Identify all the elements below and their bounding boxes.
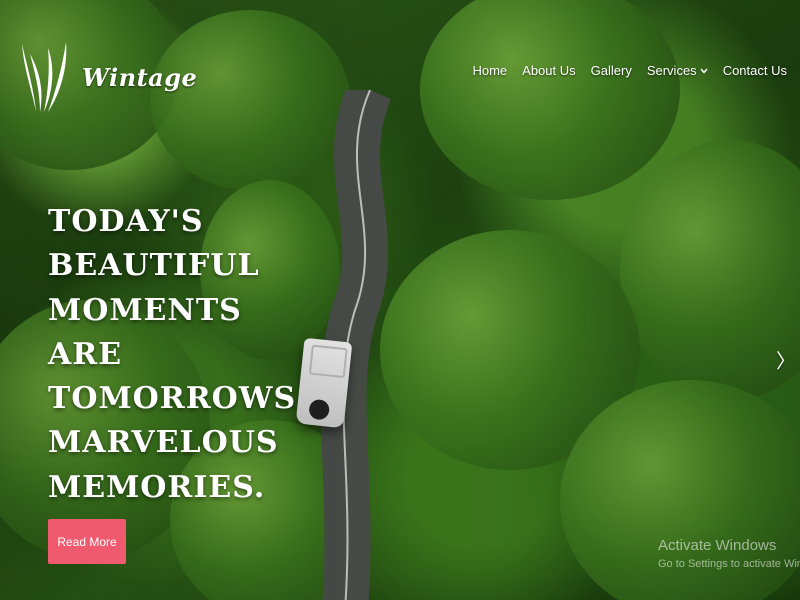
watermark-title: Activate Windows xyxy=(658,537,777,554)
nav-gallery-label: Gallery xyxy=(590,63,632,78)
nav-contact-us-label: Contact Us xyxy=(722,63,787,78)
chevron-right-icon[interactable]: 〉 xyxy=(776,345,796,374)
headline-line: MEMORIES. xyxy=(48,469,266,505)
headline-line: TOMORROWS xyxy=(48,381,297,417)
nav-home[interactable]: Home xyxy=(472,63,507,78)
brand-name: Wintage xyxy=(82,62,198,92)
site-logo[interactable]: Wintage xyxy=(18,40,197,114)
headline-line: TODAY'S xyxy=(48,204,204,239)
logo-mark-icon xyxy=(22,42,67,112)
nav-services-label: Services xyxy=(646,63,697,78)
read-more-button[interactable]: Read More xyxy=(48,519,126,564)
nav-about-us-label: About Us xyxy=(522,63,576,78)
headline-line: MOMENTS ARE xyxy=(48,292,242,372)
nav-home-label: Home xyxy=(472,63,508,78)
watermark-subtitle: Go to Settings to activate Windows. xyxy=(658,558,800,570)
chevron-down-icon xyxy=(700,68,708,74)
nav-gallery[interactable]: Gallery xyxy=(591,63,632,78)
hero-headline: TODAY'S BEAUTIFUL MOMENTS ARE TOMORROWS … xyxy=(48,200,318,510)
headline-line: BEAUTIFUL xyxy=(48,248,260,284)
windows-activation-watermark: Activate Windows Go to Settings to activ… xyxy=(658,537,800,570)
headline-line: MARVELOUS xyxy=(48,425,279,461)
nav-services[interactable]: Services xyxy=(647,63,708,78)
nav-about-us[interactable]: About Us xyxy=(522,63,575,78)
nav-contact-us[interactable]: Contact Us xyxy=(723,63,787,78)
main-nav: Home About Us Gallery Services Contact U… xyxy=(472,63,787,78)
